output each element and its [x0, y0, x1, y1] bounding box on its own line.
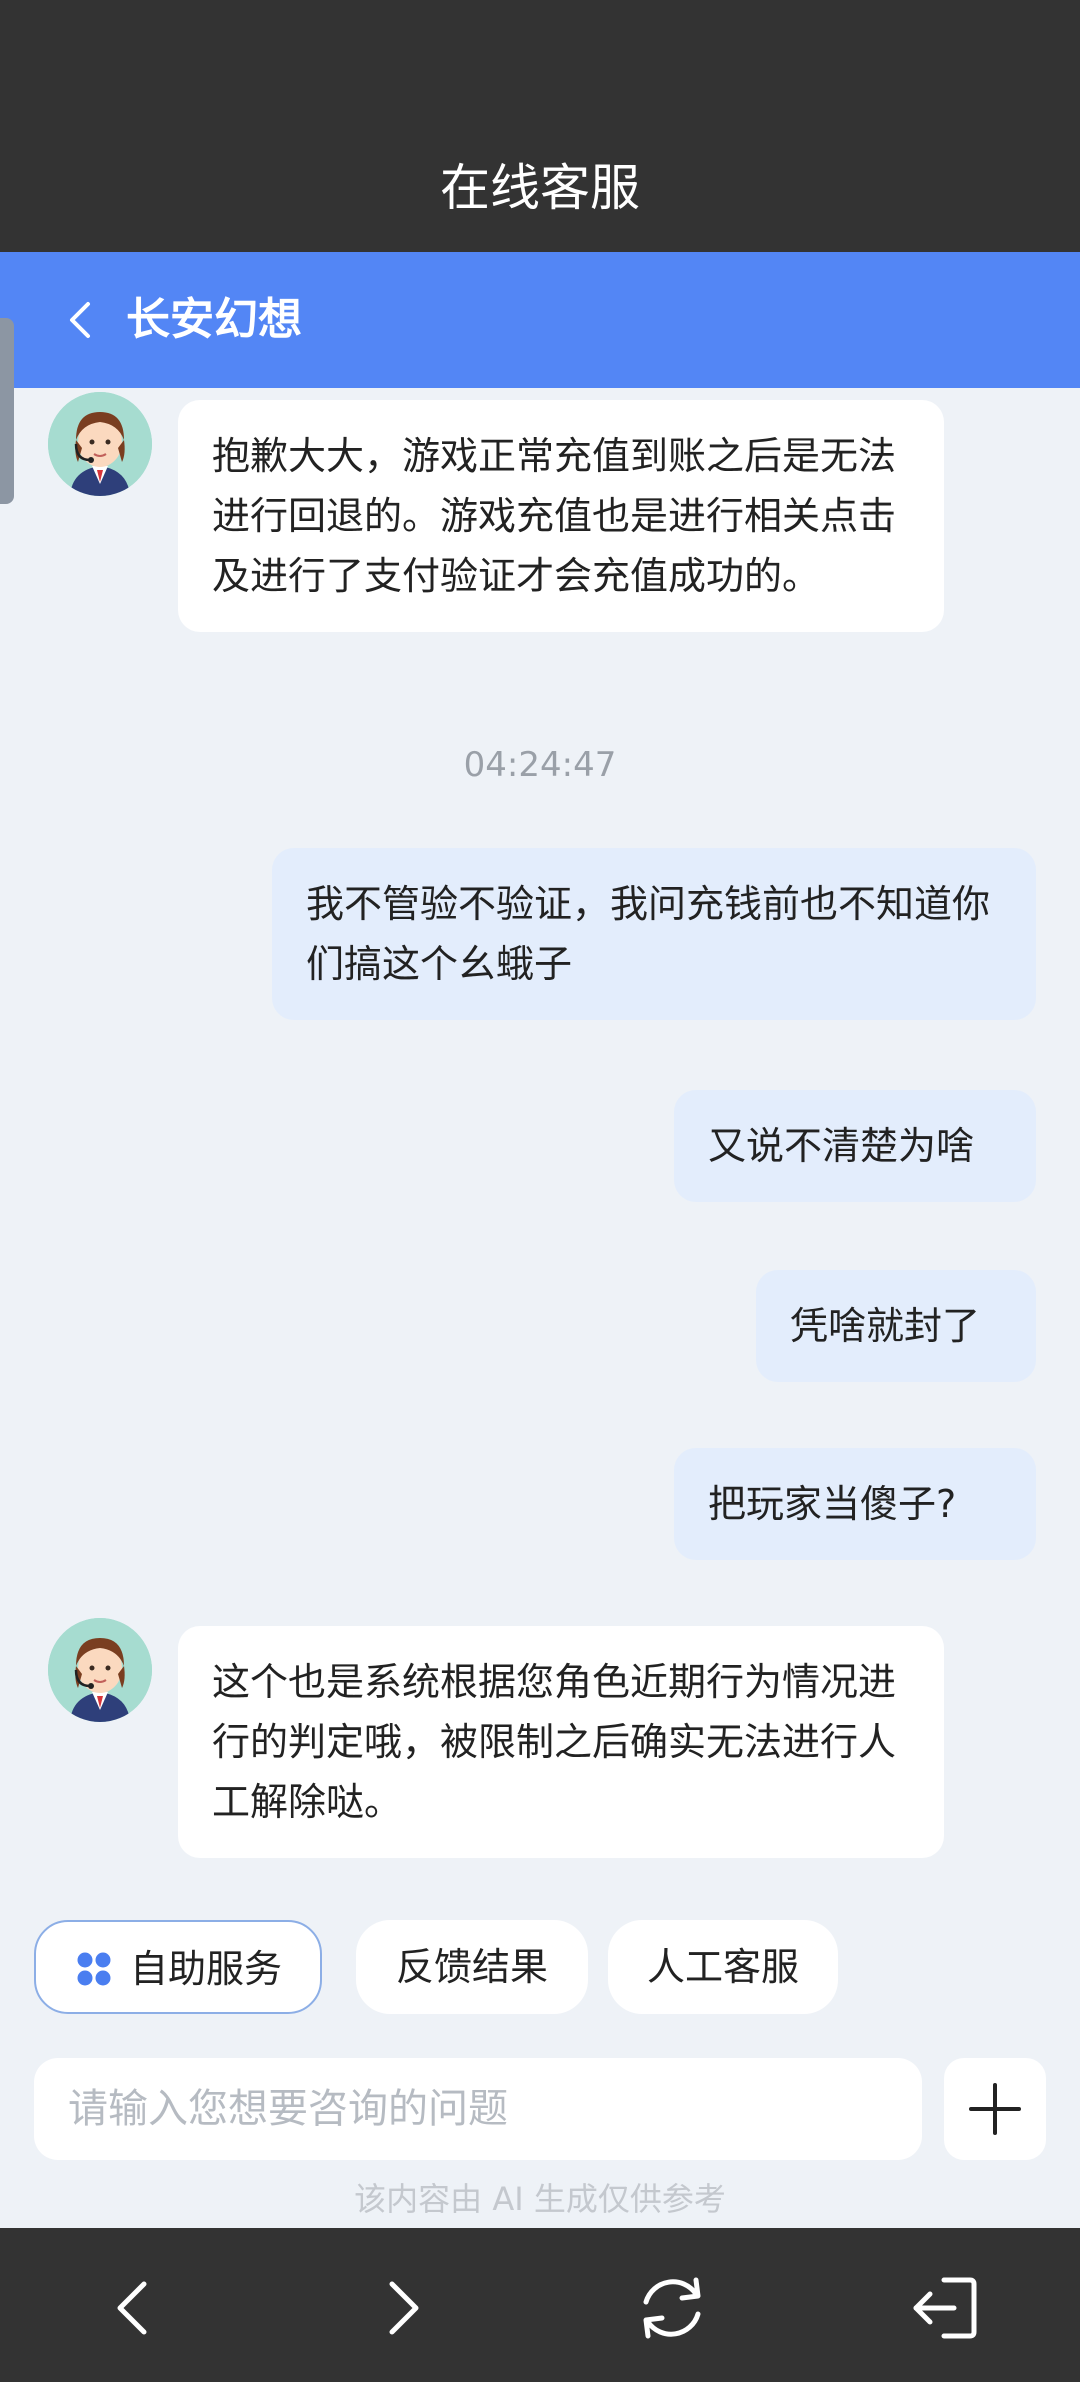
top-bar: 在线客服: [0, 0, 1080, 252]
agent-avatar: [48, 1618, 152, 1722]
bot-message-2: 这个也是系统根据您角色近期行为情况进行的判定哦，被限制之后确实无法进行人工解除哒…: [178, 1626, 944, 1858]
user-message-2: 又说不清楚为啥: [674, 1090, 1036, 1202]
user-message-3: 凭啥就封了: [756, 1270, 1036, 1382]
ai-disclaimer: 该内容由 AI 生成仅供参考: [354, 2180, 726, 2218]
exit-icon: [913, 2277, 977, 2339]
nav-back-button[interactable]: [84, 2258, 184, 2358]
agent-avatar: [48, 392, 152, 496]
self-service-button[interactable]: 自助服务: [34, 1920, 322, 2014]
plus-icon: [969, 2083, 1021, 2135]
game-title: 长安幻想: [126, 294, 302, 345]
bottom-nav-bar: [0, 2228, 1080, 2382]
self-service-label: 自助服务: [129, 1947, 282, 1991]
human-agent-button[interactable]: 人工客服: [608, 1920, 838, 2014]
bot-message-1: 抱歉大大，游戏正常充值到账之后是无法进行回退的。游戏充值也是进行相关点击及进行了…: [178, 400, 944, 632]
nav-forward-icon: [389, 2281, 419, 2335]
refresh-icon: [643, 2277, 701, 2339]
message-timestamp: 04:24:47: [463, 745, 617, 785]
grid-icon: [77, 1952, 111, 1986]
refresh-button[interactable]: [622, 2258, 722, 2358]
nav-forward-button[interactable]: [352, 2258, 452, 2358]
page-title: 在线客服: [440, 159, 640, 217]
back-chevron-icon[interactable]: [48, 286, 116, 354]
side-drawer-handle[interactable]: [0, 318, 14, 504]
add-button[interactable]: [944, 2058, 1046, 2160]
user-message-4: 把玩家当傻子?: [674, 1448, 1036, 1560]
feedback-result-button[interactable]: 反馈结果: [356, 1920, 588, 2014]
question-input[interactable]: 请输入您想要咨询的问题: [34, 2058, 922, 2160]
user-message-1: 我不管验不验证，我问充钱前也不知道你们搞这个幺蛾子: [272, 848, 1036, 1020]
avatar-agent-icon: [48, 392, 152, 496]
avatar-agent-icon: [48, 1618, 152, 1722]
nav-back-icon: [117, 2281, 147, 2335]
chat-header: 长安幻想: [0, 252, 1080, 388]
exit-button[interactable]: [894, 2258, 994, 2358]
